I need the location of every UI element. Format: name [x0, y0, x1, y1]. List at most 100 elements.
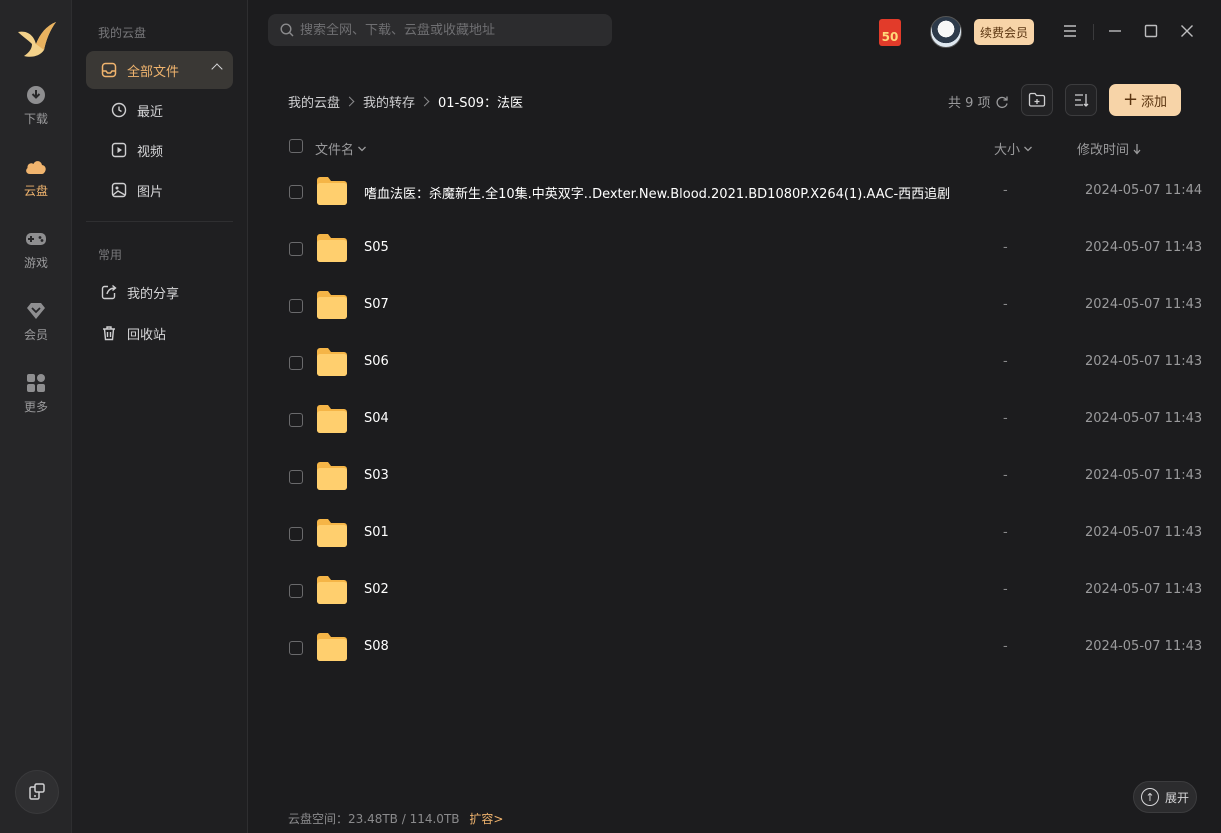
- nav-common-title: 常用: [98, 248, 123, 262]
- chevron-right-icon: [419, 96, 430, 106]
- folder-icon: [316, 518, 348, 548]
- search-bar[interactable]: [268, 14, 612, 46]
- row-checkbox[interactable]: [289, 299, 303, 313]
- sort-button[interactable]: [1065, 84, 1097, 116]
- nav-section-title: 我的云盘: [98, 26, 147, 40]
- grid-icon: [25, 372, 47, 394]
- column-date-header[interactable]: 修改时间: [1077, 139, 1142, 158]
- maximize-button[interactable]: [1142, 22, 1160, 40]
- add-button[interactable]: + 添加: [1109, 84, 1181, 116]
- refresh-icon[interactable]: [995, 95, 1009, 109]
- file-name[interactable]: S08: [364, 639, 389, 654]
- image-icon: [110, 181, 128, 199]
- file-modified-date: 2024-05-07 11:43: [1085, 525, 1203, 540]
- file-name[interactable]: S02: [364, 582, 389, 597]
- rail-download[interactable]: 下载: [0, 76, 72, 134]
- column-name-label: 文件名: [315, 143, 355, 158]
- table-row[interactable]: S06 - 2024-05-07 11:43: [270, 335, 1205, 392]
- column-name-header[interactable]: 文件名: [315, 139, 367, 158]
- rail-vip-label: 会员: [23, 327, 48, 342]
- file-name[interactable]: S01: [364, 525, 389, 540]
- left-rail: 下载 云盘 游戏 会员 更多: [0, 0, 72, 833]
- file-size: -: [1003, 525, 1008, 540]
- window-controls-divider: [1093, 24, 1094, 40]
- table-row[interactable]: S08 - 2024-05-07 11:43: [270, 620, 1205, 677]
- avatar[interactable]: [930, 16, 962, 48]
- file-modified-date: 2024-05-07 11:43: [1085, 468, 1203, 483]
- unfold-button[interactable]: ↑ 展开: [1133, 781, 1197, 813]
- folder-icon: [316, 575, 348, 605]
- close-button[interactable]: [1178, 22, 1196, 40]
- rail-games[interactable]: 游戏: [0, 220, 72, 278]
- unfold-button-label: 展开: [1164, 790, 1189, 805]
- table-row[interactable]: 嗜血法医：杀魔新生.全10集.中英双字..Dexter.New.Blood.20…: [270, 164, 1205, 221]
- breadcrumb-root[interactable]: 我的云盘: [288, 92, 340, 111]
- gamepad-icon: [25, 228, 47, 250]
- nav-item-all-files[interactable]: 全部文件: [86, 51, 233, 89]
- nav-item-recycle[interactable]: 回收站: [86, 314, 233, 352]
- share-icon: [100, 283, 118, 301]
- rail-cloud[interactable]: 云盘: [0, 148, 72, 206]
- rail-more-label: 更多: [23, 399, 48, 414]
- diamond-icon: [25, 300, 47, 322]
- file-name[interactable]: S06: [364, 354, 389, 369]
- row-checkbox[interactable]: [289, 584, 303, 598]
- trash-icon: [100, 324, 118, 342]
- sort-icon: [1075, 94, 1089, 107]
- select-all-checkbox[interactable]: [289, 139, 303, 153]
- rail-cloud-label: 云盘: [23, 183, 48, 198]
- file-name[interactable]: S04: [364, 411, 389, 426]
- file-name[interactable]: S07: [364, 297, 389, 312]
- search-icon: [280, 23, 294, 37]
- nav-item-my-share[interactable]: 我的分享: [86, 273, 233, 311]
- table-row[interactable]: S02 - 2024-05-07 11:43: [270, 563, 1205, 620]
- nav-item-recycle-label: 回收站: [127, 327, 167, 343]
- column-size-header[interactable]: 大小: [994, 139, 1033, 158]
- file-name[interactable]: 嗜血法医：杀魔新生.全10集.中英双字..Dexter.New.Blood.20…: [364, 183, 950, 202]
- chevron-up-icon[interactable]: [211, 63, 223, 75]
- rail-download-label: 下载: [23, 111, 48, 126]
- row-checkbox[interactable]: [289, 641, 303, 655]
- rail-more[interactable]: 更多: [0, 364, 72, 422]
- nav-item-video-label: 视频: [137, 144, 164, 160]
- file-name[interactable]: S03: [364, 468, 389, 483]
- file-modified-date: 2024-05-07 11:43: [1085, 411, 1203, 426]
- row-checkbox[interactable]: [289, 470, 303, 484]
- upload-arrow-icon: ↑: [1140, 788, 1159, 806]
- file-size: -: [1003, 468, 1008, 483]
- row-checkbox[interactable]: [289, 527, 303, 541]
- item-count-label: 共 9 项: [948, 96, 991, 111]
- red-packet-badge[interactable]: 50: [879, 19, 901, 46]
- row-checkbox[interactable]: [289, 413, 303, 427]
- table-row[interactable]: S03 - 2024-05-07 11:43: [270, 449, 1205, 506]
- row-checkbox[interactable]: [289, 185, 303, 199]
- rail-vip[interactable]: 会员: [0, 292, 72, 350]
- nav-item-image-label: 图片: [137, 184, 164, 200]
- device-switch-button[interactable]: [15, 770, 59, 814]
- search-input[interactable]: [300, 22, 600, 38]
- menu-button[interactable]: [1061, 22, 1079, 40]
- folder-icon: [316, 290, 348, 320]
- nav-item-recent[interactable]: 最近: [110, 91, 233, 129]
- nav-item-image[interactable]: 图片: [110, 171, 233, 209]
- row-checkbox[interactable]: [289, 242, 303, 256]
- file-size: -: [1003, 639, 1008, 654]
- minimize-button[interactable]: [1106, 22, 1124, 40]
- nav-item-video[interactable]: 视频: [110, 131, 233, 169]
- nav-item-my-share-label: 我的分享: [127, 286, 180, 302]
- table-row[interactable]: S01 - 2024-05-07 11:43: [270, 506, 1205, 563]
- renew-vip-button[interactable]: 续费会员: [974, 19, 1034, 45]
- new-folder-button[interactable]: [1021, 84, 1053, 116]
- table-row[interactable]: S05 - 2024-05-07 11:43: [270, 221, 1205, 278]
- file-modified-date: 2024-05-07 11:43: [1085, 354, 1203, 369]
- nav-panel: 我的云盘 全部文件 最近 视频 图片 常用 我的分享 回收站: [72, 0, 248, 833]
- file-modified-date: 2024-05-07 11:44: [1085, 183, 1203, 198]
- table-row[interactable]: S04 - 2024-05-07 11:43: [270, 392, 1205, 449]
- breadcrumb-level1[interactable]: 我的转存: [363, 92, 415, 111]
- row-checkbox[interactable]: [289, 356, 303, 370]
- item-count: 共 9 项: [948, 92, 1009, 111]
- table-row[interactable]: S07 - 2024-05-07 11:43: [270, 278, 1205, 335]
- file-name[interactable]: S05: [364, 240, 389, 255]
- expand-storage-link[interactable]: 扩容>: [469, 812, 503, 826]
- close-icon: [1181, 25, 1193, 37]
